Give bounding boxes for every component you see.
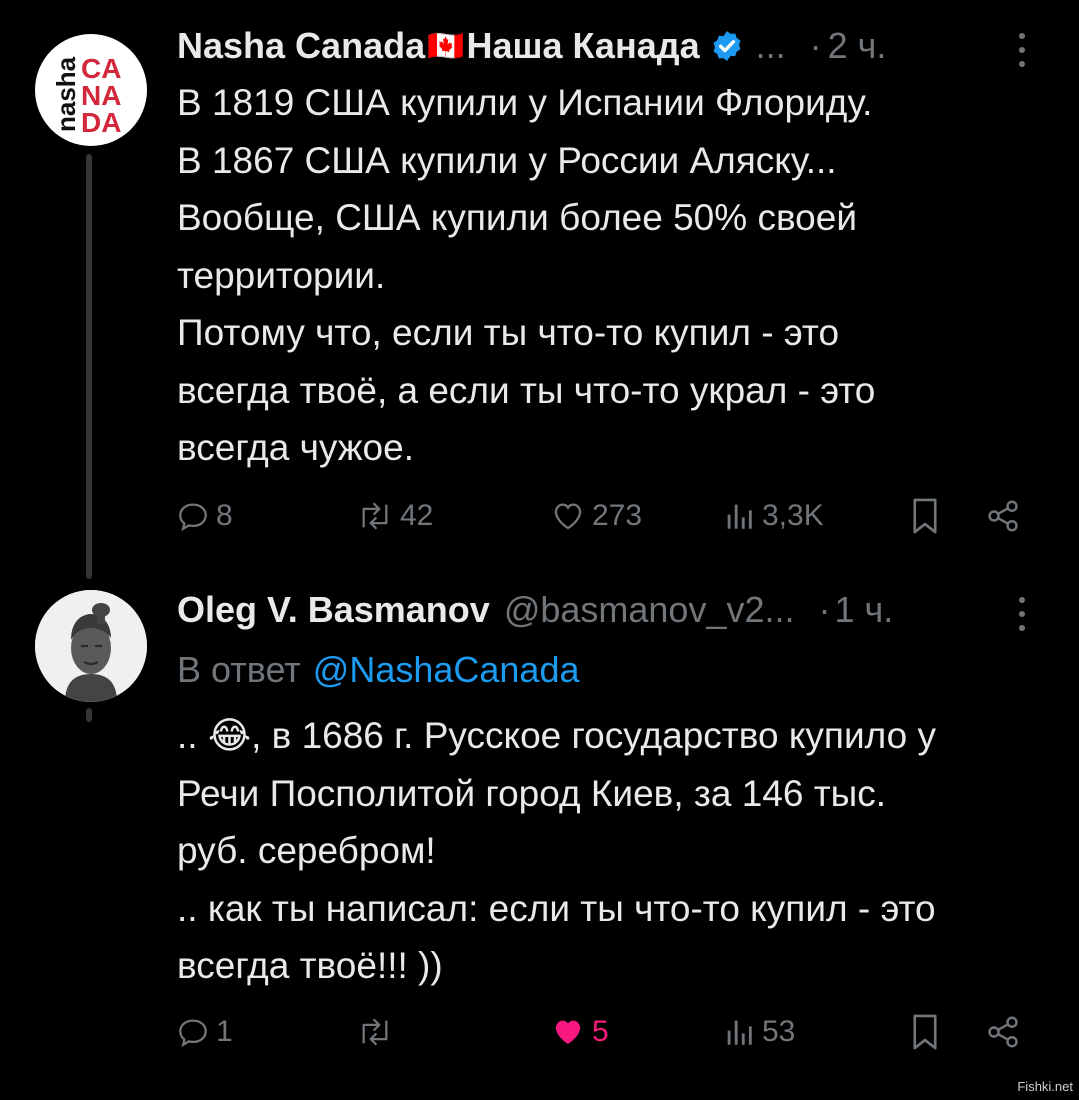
share-button[interactable] [985,494,1021,538]
views-button[interactable]: 53 [722,1010,795,1054]
post-text-line: территории. [177,254,386,296]
post-actions: 1 5 53 [0,1010,1079,1054]
post-text-line: В 1819 США купили у Испании Флориду. [177,82,873,123]
watermark: Fishki.net [1017,1079,1073,1094]
like-button-liked[interactable]: 5 [550,1010,609,1054]
post-text-line: всегда чужое. [177,427,414,468]
avatar-oleg-basmanov[interactable] [35,590,147,702]
thread-connector-line [86,708,92,722]
more-options-icon[interactable] [1019,33,1027,67]
reply-to-handle-link[interactable]: @NashaCanada [313,649,580,691]
logo-text-da: DA [81,107,121,138]
view-count: 3,3K [762,499,824,532]
more-options-icon[interactable] [1019,597,1027,631]
reply-count: 8 [216,499,233,532]
reply-icon [179,503,207,532]
post-time[interactable]: 1 ч. [835,589,894,631]
post-text-line: всегда твоё, а если ты что-то украл - эт… [177,369,876,411]
bookmark-icon [913,1014,937,1050]
post-text-line: .. как ты написал: если ты что-то купил … [177,887,936,929]
post-text-line: всегда твоё!!! )) [177,945,443,986]
reply-to-label: В ответ [177,649,301,690]
post-text-line: руб. серебром! [177,830,436,871]
post-text: .. 😂, в 1686 г. Русское государство купи… [177,707,1057,995]
post-text-line: .. 😂, в 1686 г. Русское государство купи… [177,707,1057,765]
repost-icon [362,502,388,530]
post-text: В 1819 США купили у Испании Флориду. В 1… [177,74,1057,477]
display-name[interactable]: Nasha Canada [177,25,425,67]
verified-badge-icon [713,31,741,61]
like-count: 273 [592,499,643,532]
reply-count: 1 [216,1015,233,1048]
post-actions: 8 42 273 3,3K [0,494,1079,538]
handle[interactable]: @basmanov_v2... [504,589,795,631]
display-name-suffix[interactable]: Наша Канада [466,25,699,67]
avatar-nasha-canada[interactable]: nasha CA NA DA [35,34,147,146]
repost-count: 42 [400,499,434,532]
time-separator: · [818,589,831,630]
nasha-canada-logo: nasha CA NA DA [51,53,121,138]
share-button[interactable] [985,1010,1021,1054]
post-text-line: В 1867 США купили у России Аляску... [177,139,837,181]
bookmark-button[interactable] [910,494,940,538]
reply-button[interactable]: 8 [176,494,233,538]
reply-to-line: В ответ @NashaCanada [177,646,580,694]
repost-button[interactable]: 42 [356,494,433,538]
post-text-line: Речи Посполитой город Киев, за 146 тыс. [177,772,887,814]
handle[interactable]: ... [756,25,786,67]
repost-icon [362,1018,388,1046]
views-chart-icon [727,1020,752,1045]
view-count: 53 [762,1015,796,1048]
post-time[interactable]: 2 ч. [828,25,887,67]
reply-button[interactable]: 1 [176,1010,233,1054]
post-text-line: Потому что, если ты что-то купил - это [177,312,840,353]
laughing-tears-emoji: 😂 [207,715,252,756]
views-chart-icon [727,504,752,529]
logo-text-nasha: nasha [51,56,81,132]
heart-icon [554,503,582,530]
heart-filled-icon [555,1020,581,1045]
time-separator: · [809,25,822,66]
text-prefix: .. [177,715,198,756]
share-icon [988,500,1018,532]
reply-icon [179,1019,207,1048]
post-header: Oleg V. Basmanov @basmanov_v2... · 1 ч. [177,586,893,634]
post-text-line: Вообще, США купили более 50% своей [177,197,858,238]
share-icon [988,1016,1018,1048]
terracotta-warrior-avatar [35,590,147,702]
repost-button[interactable] [356,1010,400,1054]
like-button[interactable]: 273 [550,494,642,538]
bookmark-button[interactable] [910,1010,940,1054]
canada-flag-emoji: 🇨🇦 [427,29,465,63]
bookmark-icon [913,498,937,534]
display-name[interactable]: Oleg V. Basmanov [177,589,490,631]
like-count: 5 [592,1015,609,1048]
text-first-line: , в 1686 г. Русское государство купило у [251,715,936,756]
views-button[interactable]: 3,3K [722,494,824,538]
post-header: Nasha Canada 🇨🇦 Наша Канада ... · 2 ч. [177,22,886,70]
